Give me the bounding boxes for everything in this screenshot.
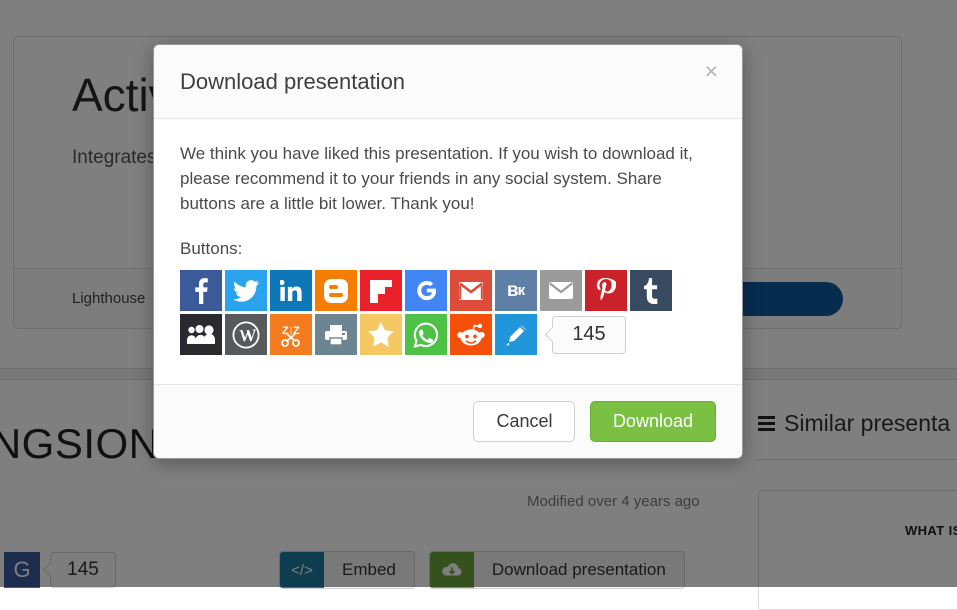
share-buttons-label: Buttons: bbox=[180, 239, 716, 259]
share-buttons-row-2: Z|Z 145 bbox=[180, 314, 716, 355]
modal-message: We think you have liked this presentatio… bbox=[180, 141, 716, 216]
modal-header: Download presentation × bbox=[154, 45, 742, 119]
share-gmail-icon[interactable] bbox=[450, 270, 492, 311]
share-blogger-icon[interactable] bbox=[315, 270, 357, 311]
cancel-button[interactable]: Cancel bbox=[473, 401, 575, 442]
share-favorites-icon[interactable] bbox=[360, 314, 402, 355]
share-vk-icon[interactable]: вк bbox=[495, 270, 537, 311]
share-print-icon[interactable] bbox=[315, 314, 357, 355]
share-flipboard-icon[interactable] bbox=[360, 270, 402, 311]
share-tumblr-icon[interactable] bbox=[630, 270, 672, 311]
close-icon[interactable]: × bbox=[699, 59, 724, 84]
modal-footer: Cancel Download bbox=[154, 384, 742, 458]
share-buttons-row-1: вк bbox=[180, 270, 716, 311]
share-myspace-icon[interactable] bbox=[180, 314, 222, 355]
share-whatsapp-icon[interactable] bbox=[405, 314, 447, 355]
share-wordpress-icon[interactable] bbox=[225, 314, 267, 355]
svg-text:|: | bbox=[290, 325, 292, 335]
share-clipboard-icon[interactable]: Z|Z bbox=[270, 314, 312, 355]
share-total-count: 145 bbox=[552, 316, 626, 354]
download-button[interactable]: Download bbox=[590, 401, 716, 442]
share-linkedin-icon[interactable] bbox=[270, 270, 312, 311]
share-email-icon[interactable] bbox=[540, 270, 582, 311]
share-google-icon[interactable] bbox=[405, 270, 447, 311]
modal-title: Download presentation bbox=[180, 69, 716, 95]
share-livejournal-icon[interactable] bbox=[495, 314, 537, 355]
share-facebook-icon[interactable] bbox=[180, 270, 222, 311]
share-reddit-icon[interactable] bbox=[450, 314, 492, 355]
download-presentation-modal: Download presentation × We think you hav… bbox=[153, 44, 743, 459]
share-twitter-icon[interactable] bbox=[225, 270, 267, 311]
share-pinterest-icon[interactable] bbox=[585, 270, 627, 311]
modal-body: We think you have liked this presentatio… bbox=[154, 119, 742, 384]
